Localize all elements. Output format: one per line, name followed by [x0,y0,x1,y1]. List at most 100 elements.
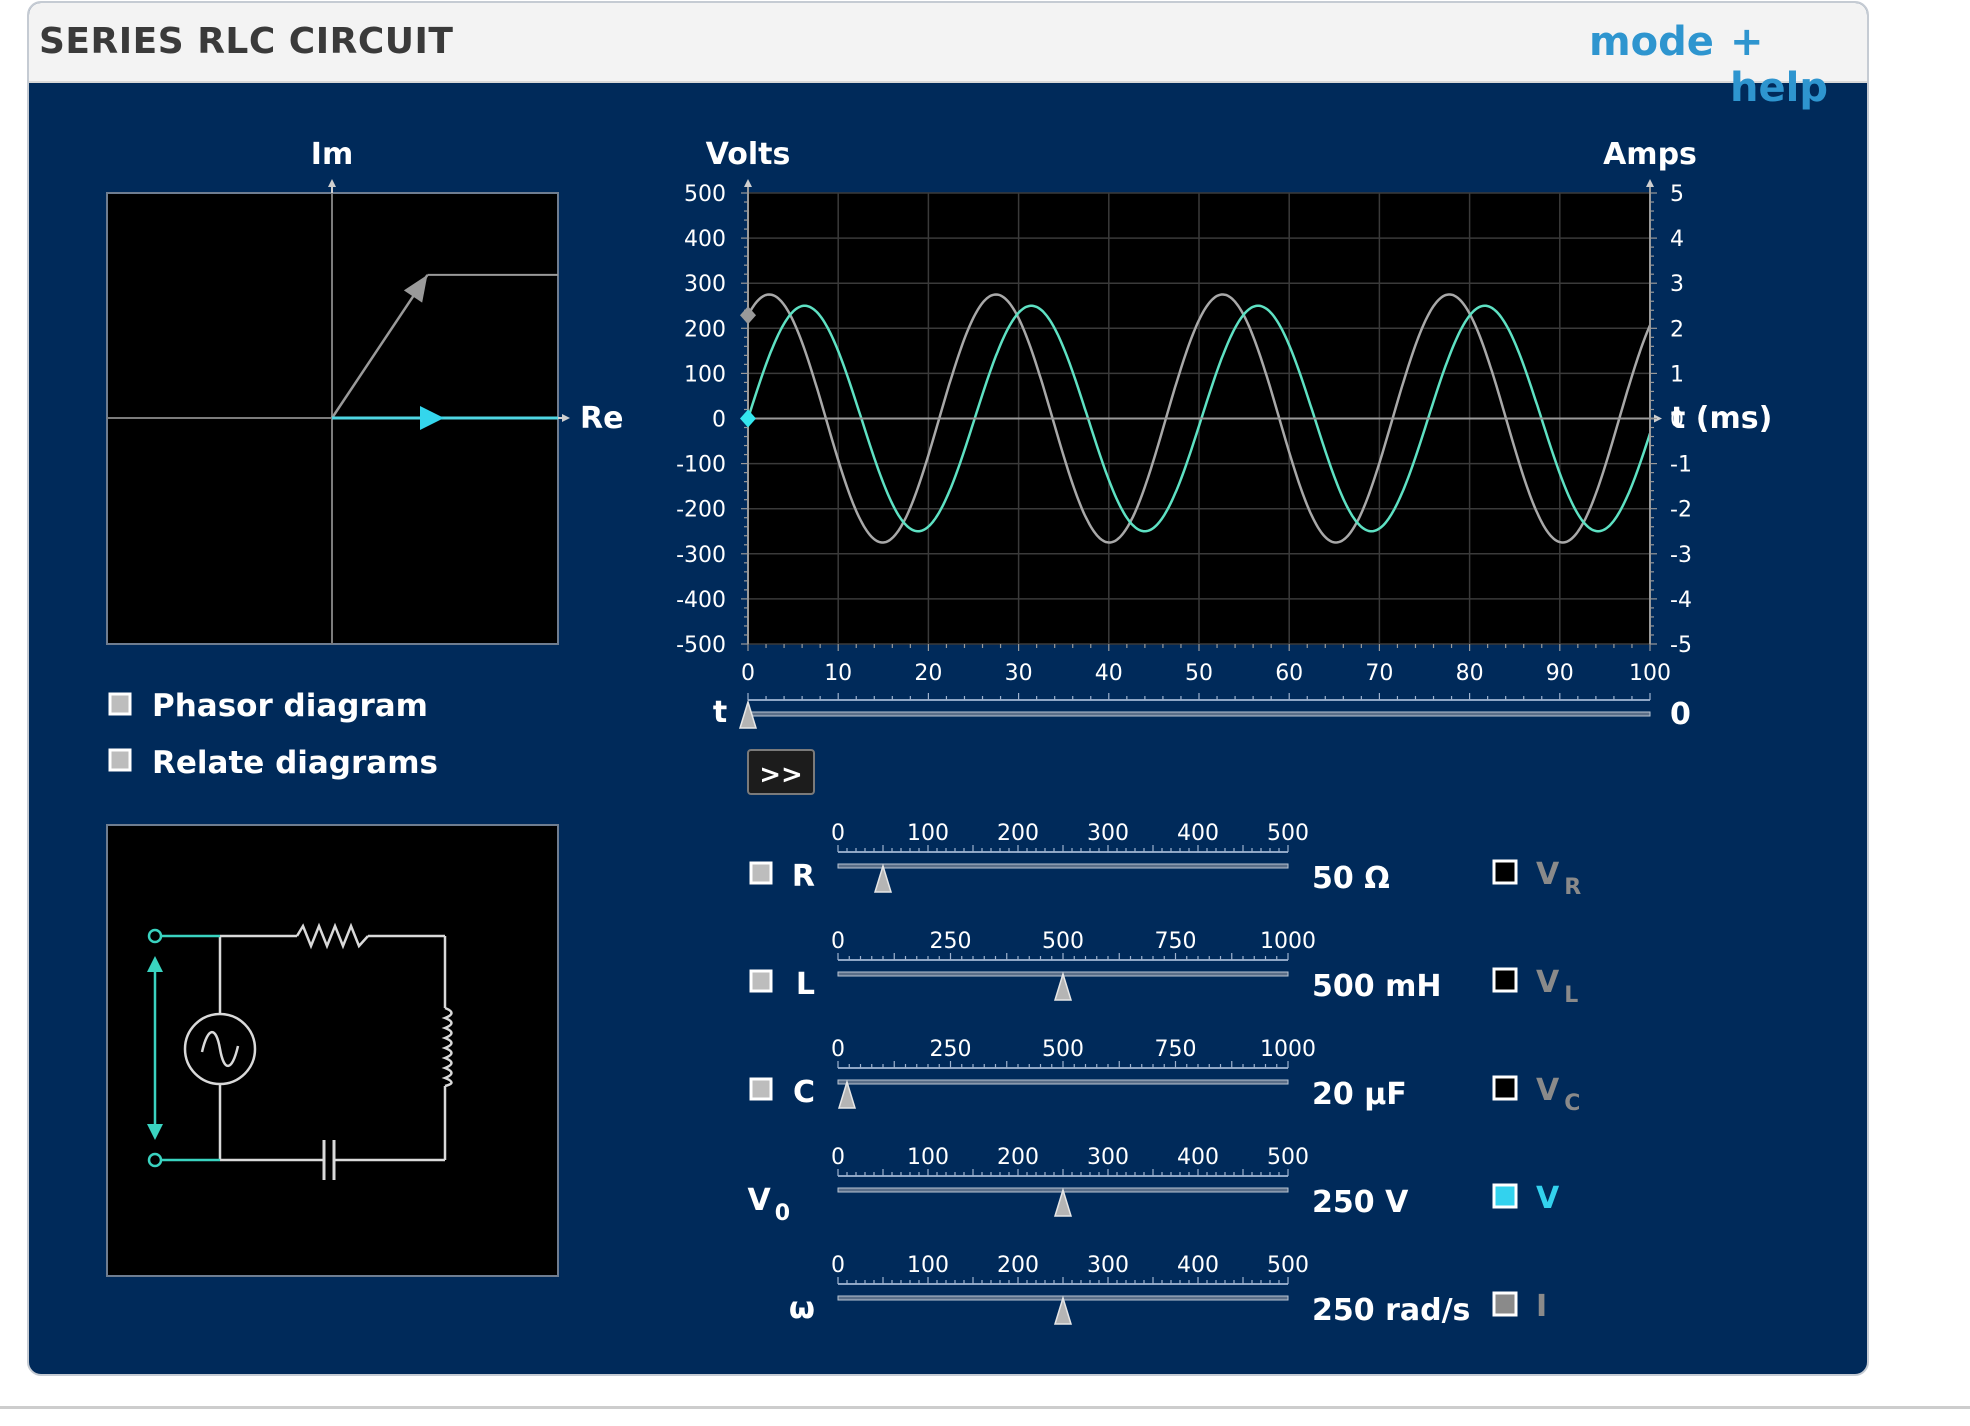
slider-groove[interactable] [837,863,1289,869]
slider-r-label: R [792,859,815,894]
time-axis-label: t (ms) [1671,401,1772,436]
trace-vc-label: VC [1536,1073,1580,1116]
slider-groove[interactable] [837,1079,1289,1085]
time-tick-label: 90 [1546,661,1574,686]
re-axis-label: Re [580,401,623,436]
time-tick-label: 100 [1629,661,1671,686]
amps-tick-label: -3 [1670,543,1692,568]
slider-tick-label: 0 [831,929,845,954]
trace-vr-checkbox[interactable] [1492,859,1518,885]
slider-v0[interactable]: 0 100 200 300 400 500 V 0 250 V [747,1145,1409,1226]
amps-tick-label: -1 [1670,453,1692,478]
slider-c[interactable]: 0 250 500 750 1000 C 20 µF [749,1037,1407,1112]
slider-tick-label: 300 [1087,821,1129,846]
slider-tick-label: 400 [1177,1145,1219,1170]
slider-groove[interactable] [747,711,1651,717]
slider-w-thumb[interactable] [1053,1295,1073,1325]
slider-l[interactable]: 0 250 500 750 1000 L 500 mH [749,929,1441,1004]
slider-l-label: L [796,967,815,1002]
slider-tick-label: 500 [1267,821,1309,846]
relate-diagrams-label: Relate diagrams [152,745,438,781]
slider-v0-thumb[interactable] [1053,1187,1073,1217]
time-tick-label: 60 [1275,661,1303,686]
slider-tick-label: 500 [1042,929,1084,954]
time-tick-labels: 0 10 20 30 40 50 60 70 80 90 100 [741,661,1671,686]
time-tick-label: 80 [1456,661,1484,686]
slider-r-checkbox[interactable] [749,861,773,885]
phasor-diagram-option[interactable]: Phasor diagram [108,688,428,724]
slider-tick-label: 100 [907,1145,949,1170]
slider-r[interactable]: 0 100 200 300 400 500 R 50 Ω [749,821,1390,896]
trace-i-checkbox[interactable] [1492,1291,1518,1317]
time-slider[interactable]: t 0 [713,693,1691,732]
slider-w-label: ω [789,1291,815,1326]
volts-tick-label: -500 [676,633,726,658]
amps-tick-label: 4 [1670,227,1684,252]
slider-tick-label: 300 [1087,1253,1129,1278]
trace-option-i[interactable]: I [1492,1289,1547,1324]
time-slider-value: 0 [1670,697,1691,732]
amps-tick-label: -4 [1670,588,1692,613]
slider-tick-label: 400 [1177,821,1219,846]
time-tick-label: 50 [1185,661,1213,686]
slider-tick-label: 0 [831,1253,845,1278]
parameter-sliders: 0 100 200 300 400 500R 50 Ω0 250 500 750 1000L 500 … [747,821,1470,1328]
slider-v0-label: V0 [747,1183,790,1226]
trace-option-vr[interactable]: VR [1492,857,1581,900]
trace-option-vc[interactable]: VC [1492,1073,1580,1116]
slider-tick-label: 500 [1267,1253,1309,1278]
slider-tick-label: 250 [930,1037,972,1062]
trace-vl-label: VL [1536,965,1578,1008]
phasor-diagram-checkbox[interactable] [108,692,132,716]
slider-tick-label: 200 [997,821,1039,846]
trace-vc-checkbox[interactable] [1492,1075,1518,1101]
time-slider-track[interactable] [747,693,1651,717]
slider-tick-label: 1000 [1260,1037,1316,1062]
slider-c-checkbox[interactable] [749,1077,773,1101]
amps-tick-label: 5 [1670,182,1684,207]
slider-tick-label: 200 [997,1145,1039,1170]
volts-tick-label: 200 [684,317,726,342]
slider-tick-label: 0 [831,821,845,846]
slider-r-value: 50 Ω [1312,861,1390,896]
circuit-frame [106,824,559,1277]
slider-tick-label: 300 [1087,1145,1129,1170]
amps-tick-label: 1 [1670,362,1684,387]
relate-diagrams-checkbox[interactable] [108,748,132,772]
slider-l-thumb[interactable] [1053,971,1073,1001]
circuit-schematic [106,824,559,1277]
volts-tick-label: 300 [684,272,726,297]
amps-tick-label: 2 [1670,317,1684,342]
amps-axis-label: Amps [1603,137,1697,172]
amps-tick-label: -5 [1670,633,1692,658]
trace-v-label: V [1536,1181,1560,1216]
trace-v-checkbox[interactable] [1492,1183,1518,1209]
slider-l-checkbox[interactable] [749,969,773,993]
time-tick-label: 40 [1095,661,1123,686]
play-button-label: >> [759,760,803,790]
slider-c-label: C [793,1075,815,1110]
slider-r-thumb[interactable] [873,863,893,893]
slider-w[interactable]: 0 100 200 300 400 500 ω 250 rad/s [789,1253,1470,1328]
volts-tick-label: -300 [676,543,726,568]
slider-w-value: 250 rad/s [1312,1293,1470,1328]
trace-option-v[interactable]: V [1492,1181,1560,1216]
volts-tick-label: -400 [676,588,726,613]
trace-vl-checkbox[interactable] [1492,967,1518,993]
slider-tick-label: 750 [1155,929,1197,954]
volts-tick-labels: 500 400 300 200 100 0 -100 -200 -300 -400 -500 [676,182,726,658]
simulation-canvas: Im Re Phasor diagram Relate diagrams 500… [106,137,1772,1328]
play-button[interactable]: >> [747,749,815,795]
slider-c-value: 20 µF [1312,1077,1407,1112]
trace-selector: V R V L V C V I [1492,857,1581,1324]
phasor-diagram: Im Re [106,137,623,645]
slider-tick-label: 400 [1177,1253,1219,1278]
time-tick-label: 30 [1005,661,1033,686]
amps-axis-arrow-icon [1646,179,1654,187]
slider-c-thumb[interactable] [837,1079,857,1109]
im-axis-arrow-icon [328,179,336,187]
relate-diagrams-option[interactable]: Relate diagrams [108,745,438,781]
trace-option-vl[interactable]: VL [1492,965,1578,1008]
slider-tick-label: 0 [831,1145,845,1170]
slider-tick-label: 100 [907,1253,949,1278]
